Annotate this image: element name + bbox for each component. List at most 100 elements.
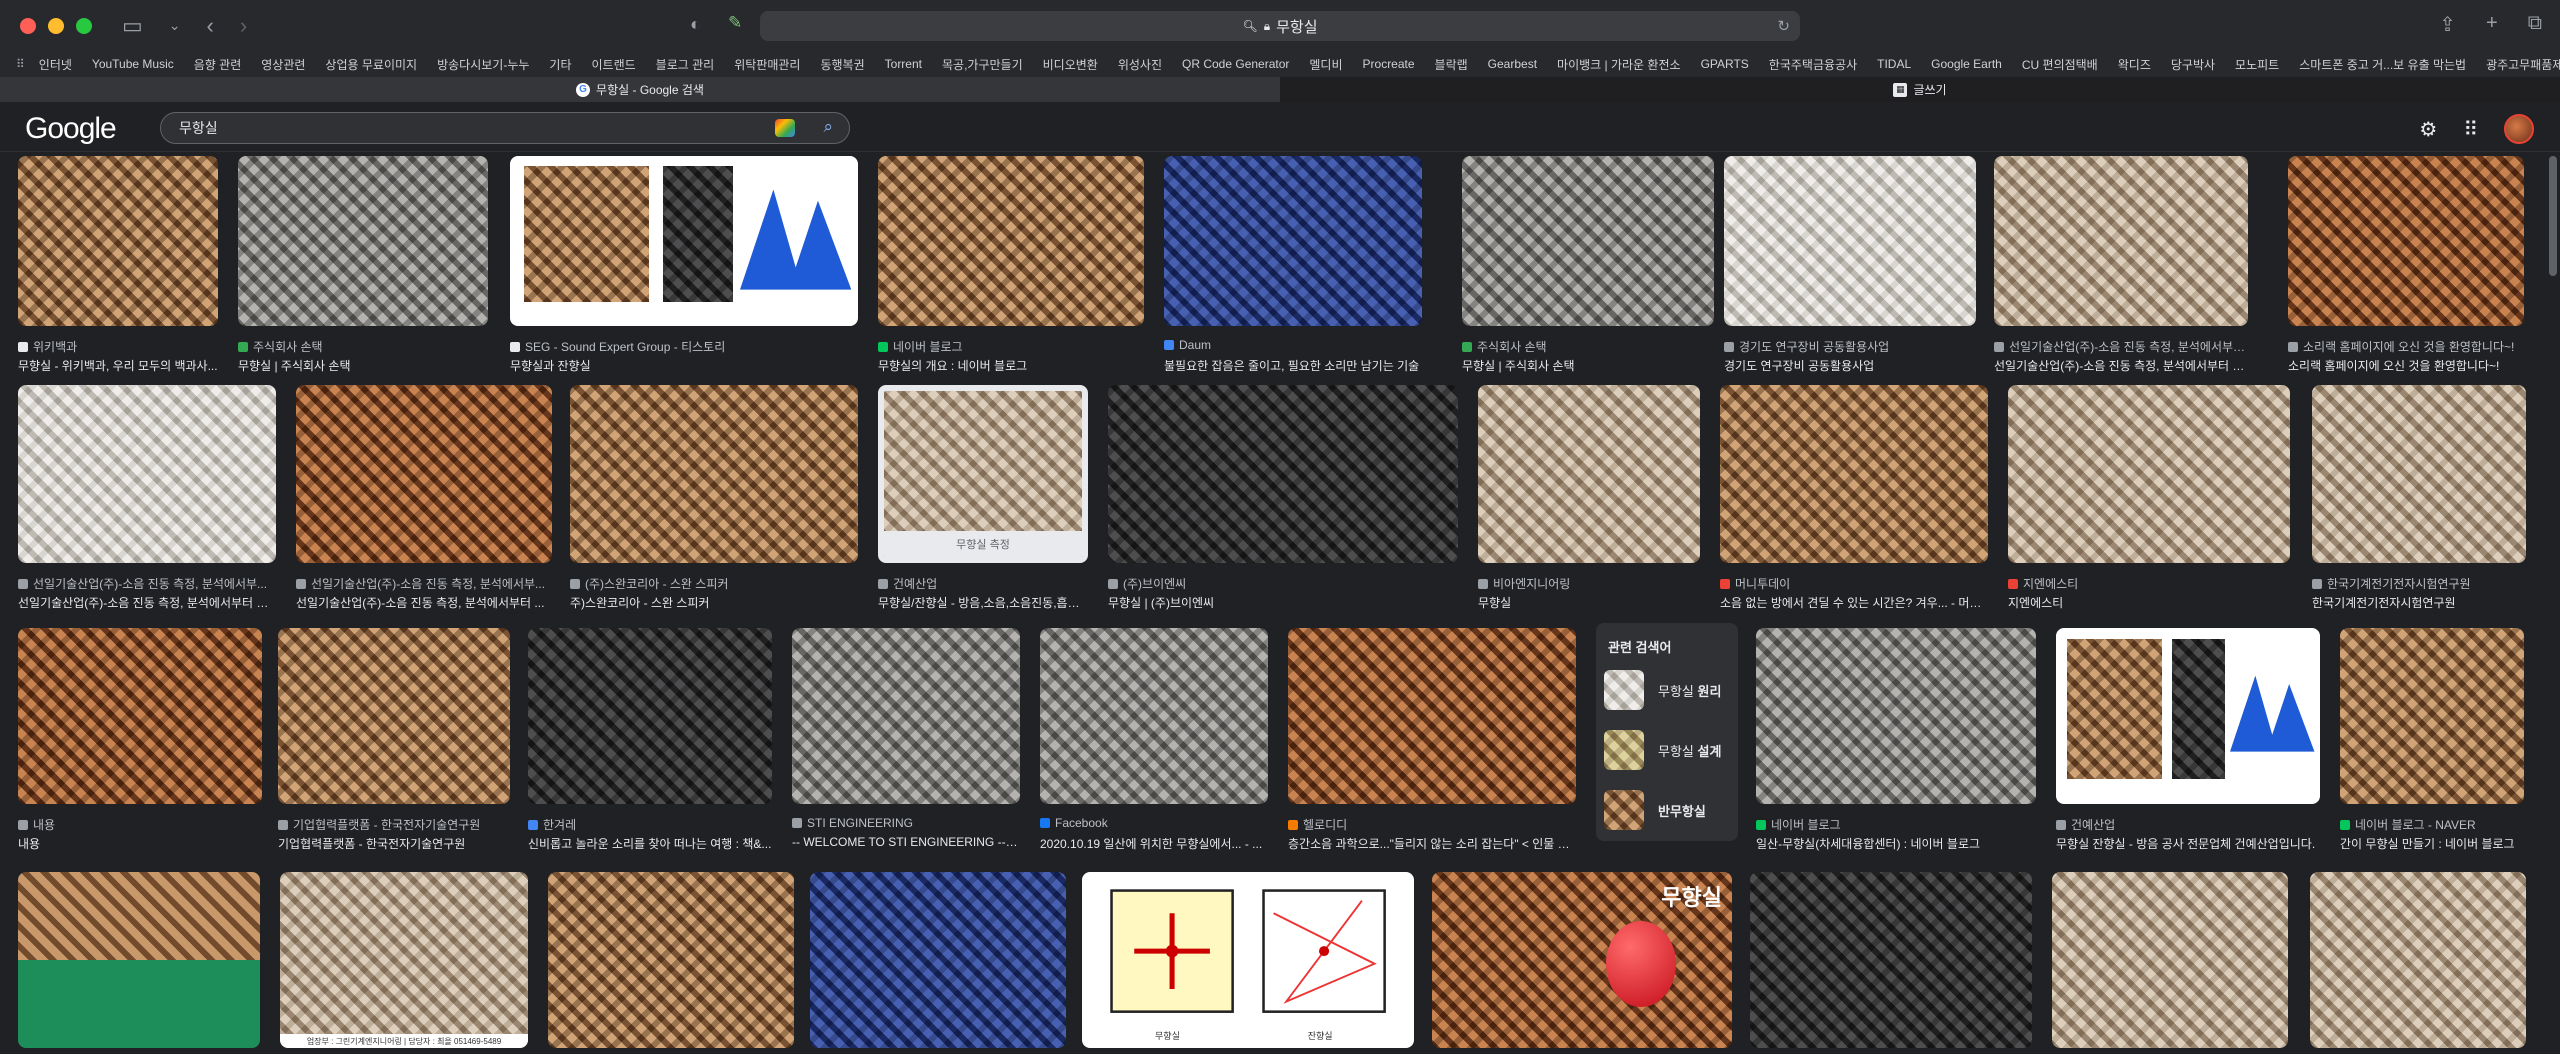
apps-grid-icon[interactable]: ⠿ — [16, 57, 25, 71]
bookmark-item[interactable]: 비디오변환 — [1043, 56, 1098, 73]
result-thumbnail[interactable] — [2288, 156, 2524, 326]
image-result[interactable]: 네이버 블로그 - NAVER 간이 무향실 만들기 : 네이버 블로그 — [2340, 628, 2524, 854]
bookmark-item[interactable]: 음향 관련 — [194, 56, 242, 73]
image-result[interactable]: 무향실 잔향실 — [1082, 872, 1414, 1048]
result-thumbnail[interactable] — [810, 872, 1066, 1048]
result-title[interactable]: 층간소음 과학으로..."들리지 않는 소리 잡는다" < 인물 < ... — [1288, 835, 1576, 852]
image-result[interactable]: (주)브이엔씨 무향실 | (주)브이엔씨 — [1108, 385, 1458, 613]
result-title[interactable]: 간이 무향실 만들기 : 네이버 블로그 — [2340, 835, 2524, 852]
result-source[interactable]: 건예산업 — [878, 575, 1088, 592]
result-source[interactable]: (주)브이엔씨 — [1108, 575, 1458, 592]
image-result[interactable]: 경기도 연구장비 공동활용사업 경기도 연구장비 공동활용사업 — [1724, 156, 1976, 376]
result-thumbnail[interactable]: 업장부 : 그린기계엔지니어링 | 담당자 : 최을 051469-5489 — [280, 872, 528, 1048]
result-source[interactable]: SEG - Sound Expert Group - 티스토리 — [510, 338, 858, 355]
result-title[interactable]: 선일기술산업(주)-소음 진동 측정, 분석에서부터 대책... — [1994, 357, 2248, 374]
result-thumbnail[interactable] — [1108, 385, 1458, 563]
result-thumbnail[interactable] — [18, 156, 218, 326]
bookmark-item[interactable]: 모노피트 — [2235, 56, 2279, 73]
result-thumbnail[interactable] — [2310, 872, 2526, 1048]
image-result[interactable]: 무향실 — [1432, 872, 1732, 1048]
bookmark-item[interactable]: 블로그 관리 — [656, 56, 715, 73]
image-result[interactable]: 지엔에스티 지엔에스티 — [2008, 385, 2290, 613]
bookmark-item[interactable]: 상업용 무료이미지 — [325, 56, 417, 73]
result-thumbnail[interactable] — [510, 156, 858, 326]
result-source[interactable]: 선일기술산업(주)-소음 진동 측정, 분석에서부... — [296, 575, 552, 592]
image-result[interactable]: 위키백과 무향실 - 위키백과, 우리 모두의 백과사... — [18, 156, 218, 376]
image-result[interactable]: 기업협력플랫폼 - 한국전자기술연구원 기업협력플랫폼 - 한국전자기술연구원 — [278, 628, 510, 854]
result-thumbnail[interactable] — [528, 628, 772, 804]
related-item[interactable]: 무항실 설계 — [1604, 727, 1730, 773]
image-result[interactable] — [810, 872, 1066, 1048]
result-thumbnail[interactable] — [18, 872, 260, 1048]
back-icon[interactable]: ‹ — [207, 13, 214, 39]
result-source[interactable]: STI ENGINEERING — [792, 816, 1020, 830]
new-tab-icon[interactable]: + — [2486, 12, 2498, 37]
bookmark-item[interactable]: Google Earth — [1931, 57, 2002, 71]
result-thumbnail[interactable] — [2312, 385, 2526, 563]
result-source[interactable]: 내용 — [18, 816, 262, 833]
result-thumbnail[interactable] — [2052, 872, 2288, 1048]
result-thumbnail[interactable] — [2340, 628, 2524, 804]
bookmark-item[interactable]: 마이뱅크 | 가라운 환전소 — [1557, 56, 1681, 73]
gear-icon[interactable]: ⚙ — [2419, 117, 2437, 142]
minimize-window-button[interactable] — [48, 17, 64, 34]
result-thumbnail[interactable] — [570, 385, 858, 563]
result-title[interactable]: 무향실/잔향실 - 방음,소음,소음진동,흡음... — [878, 594, 1088, 611]
result-title[interactable]: 한국기계전기전자시험연구원 — [2312, 594, 2526, 611]
bookmark-item[interactable]: 이트랜드 — [592, 56, 636, 73]
bookmark-item[interactable]: 인터넷 — [39, 56, 72, 73]
result-source[interactable]: 네이버 블로그 — [878, 338, 1144, 355]
search-input[interactable]: 무항실 — [179, 118, 218, 138]
image-result[interactable]: 헬로디디층간소음 과학으로..."들리지 않는 소리 잡는다" < 인물 < .… — [1288, 628, 1576, 854]
bookmark-item[interactable]: 목공,가구만들기 — [942, 56, 1023, 73]
result-source[interactable]: 소리랙 홈페이지에 오신 것을 환영합니다~! — [2288, 338, 2524, 355]
result-thumbnail[interactable] — [1478, 385, 1700, 563]
result-source[interactable]: 선일기술산업(주)-소음 진동 측정, 분석에서부터 대... — [1994, 338, 2248, 355]
apps-grid-icon[interactable]: ⠿ — [2463, 117, 2478, 142]
result-thumbnail[interactable] — [1720, 385, 1988, 563]
result-title[interactable]: 일산-무향실(차세대융합센터) : 네이버 블로그 — [1756, 835, 2036, 852]
result-thumbnail[interactable] — [2008, 385, 2290, 563]
search-box[interactable]: 무항실 ⌕ — [160, 112, 850, 144]
bookmark-item[interactable]: YouTube Music — [92, 57, 174, 71]
image-result[interactable]: 주식회사 손택무향실 | 주식회사 손택 — [238, 156, 488, 376]
result-source[interactable]: 주식회사 손택 — [238, 338, 488, 355]
result-thumbnail[interactable] — [1724, 156, 1976, 326]
scrollbar-thumb[interactable] — [2549, 156, 2557, 276]
result-title[interactable]: 선일기술산업(주)-소음 진동 측정, 분석에서부터 ... — [296, 594, 552, 611]
result-source[interactable]: 주식회사 손택 — [1462, 338, 1714, 355]
bookmark-item[interactable]: 방송다시보기-누누 — [437, 56, 529, 73]
bookmark-item[interactable]: 위성사진 — [1118, 56, 1162, 73]
image-result[interactable]: (주)스완코리아 - 스완 스피커 주)스완코리아 - 스완 스피커 — [570, 385, 858, 613]
bookmark-item[interactable]: 멜디비 — [1309, 56, 1342, 73]
result-title[interactable]: 무향실 | 주식회사 손택 — [238, 357, 488, 374]
bookmark-item[interactable]: GPARTS — [1701, 57, 1749, 71]
image-result[interactable]: 건예산업 무향실 잔향실 - 방음 공사 전문업체 건예산업입니다. — [2056, 628, 2320, 854]
result-title[interactable]: 무향실과 잔향실 — [510, 357, 858, 374]
image-result[interactable]: 소리랙 홈페이지에 오신 것을 환영합니다~! 소리랙 홈페이지에 오신 것을 환… — [2288, 156, 2524, 376]
result-thumbnail[interactable] — [1462, 156, 1714, 326]
result-thumbnail[interactable] — [1994, 156, 2248, 326]
result-source[interactable]: Facebook — [1040, 816, 1268, 830]
result-source[interactable]: 헬로디디 — [1288, 816, 1576, 833]
reload-icon[interactable]: ↻ — [1777, 17, 1790, 35]
result-thumbnail[interactable] — [278, 628, 510, 804]
forward-icon[interactable]: › — [240, 13, 247, 39]
image-result[interactable]: 주식회사 손택 무향실 | 주식회사 손택 — [1462, 156, 1714, 376]
result-thumbnail[interactable] — [878, 156, 1144, 326]
avatar[interactable] — [2504, 114, 2534, 144]
related-item[interactable]: 반무항실 — [1604, 787, 1730, 833]
result-title[interactable]: 주)스완코리아 - 스완 스피커 — [570, 594, 858, 611]
result-title[interactable]: 경기도 연구장비 공동활용사업 — [1724, 357, 1976, 374]
address-bar[interactable]: 🔍︎ 🔒︎ 무항실 ↻ — [760, 11, 1800, 41]
bookmark-item[interactable]: 영상관련 — [261, 56, 305, 73]
result-source[interactable]: 한겨레 — [528, 816, 772, 833]
result-source[interactable]: 지엔에스티 — [2008, 575, 2290, 592]
image-result[interactable] — [548, 872, 794, 1048]
result-thumbnail[interactable] — [1164, 156, 1422, 326]
image-result[interactable]: 선일기술산업(주)-소음 진동 측정, 분석에서부터 대... 선일기술산업(주)… — [1994, 156, 2248, 376]
image-result[interactable]: 한국기계전기전자시험연구원 한국기계전기전자시험연구원 — [2312, 385, 2526, 613]
bookmark-item[interactable]: Procreate — [1363, 57, 1415, 71]
result-thumbnail[interactable] — [792, 628, 1020, 804]
bookmark-item[interactable]: Gearbest — [1488, 57, 1537, 71]
